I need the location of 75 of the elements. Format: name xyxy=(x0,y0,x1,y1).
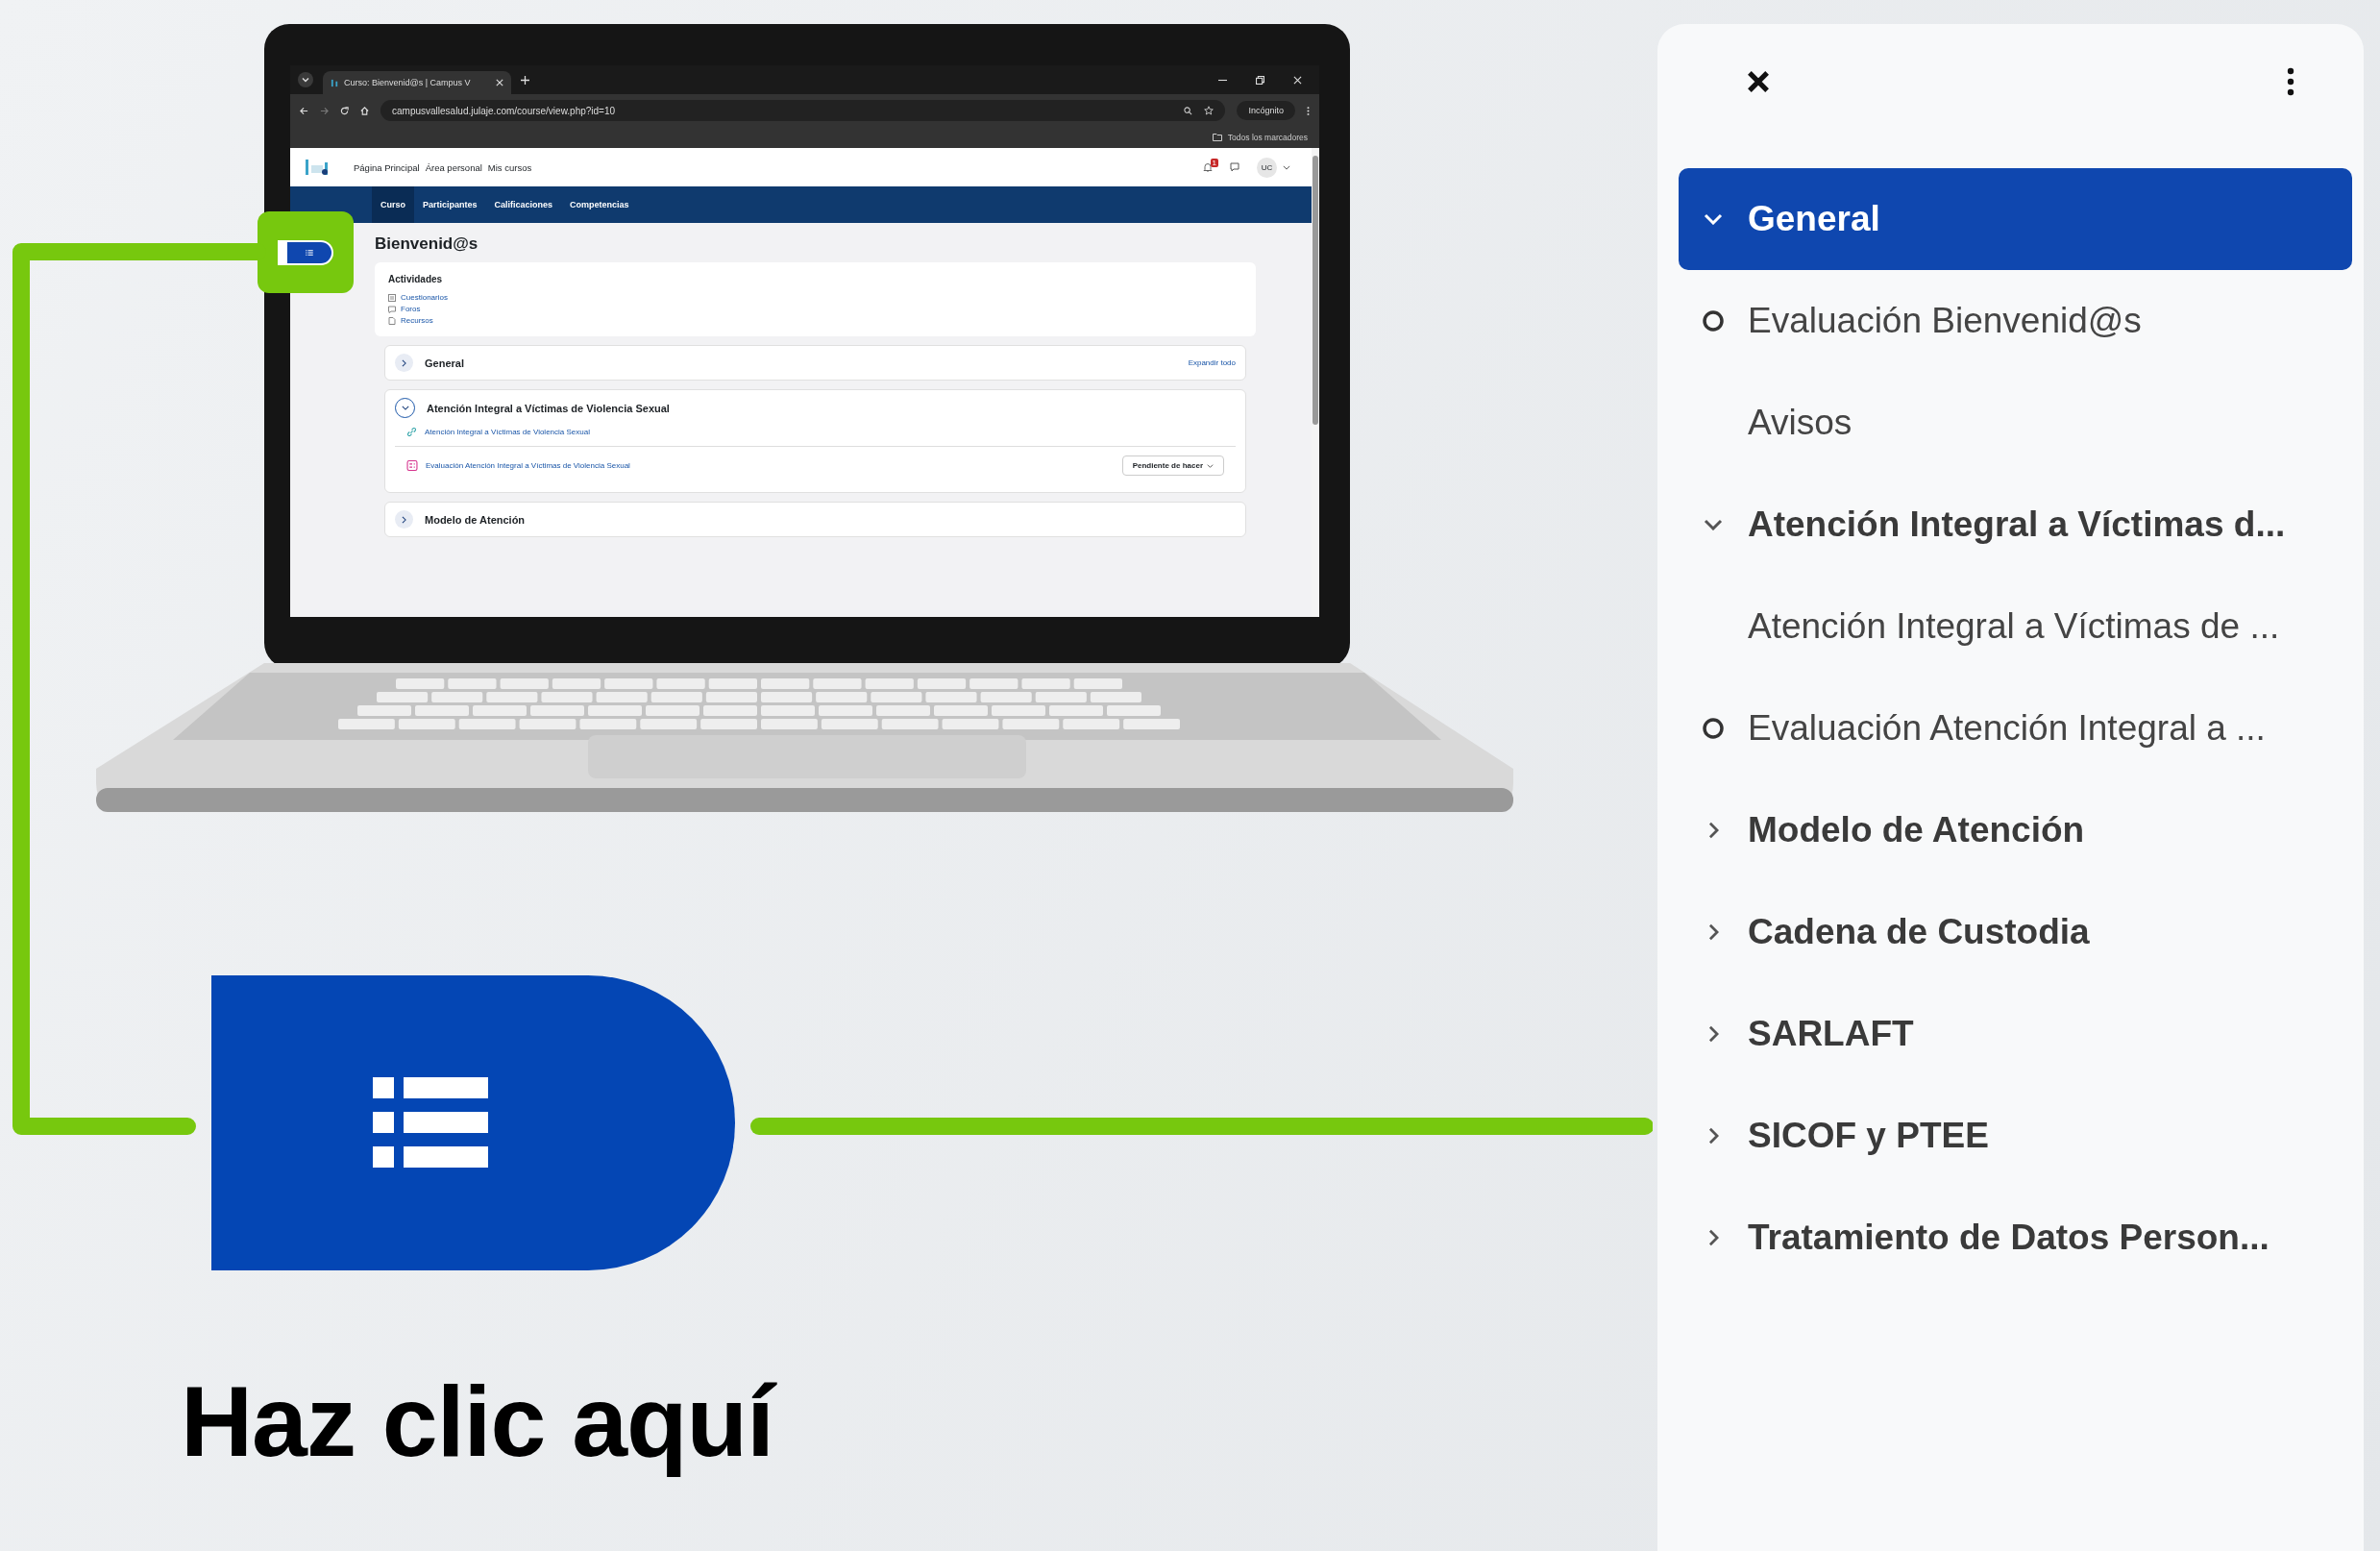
chevron-right-icon xyxy=(1707,1127,1719,1145)
drawer-button[interactable] xyxy=(280,241,331,263)
section-title: Atención Integral a Víctimas de Violencia Sexual xyxy=(427,402,670,414)
notification-icon[interactable] xyxy=(1202,162,1213,172)
forward-icon[interactable] xyxy=(320,106,329,115)
browser-tab[interactable]: Curso: Bienvenid@s | Campus V xyxy=(323,71,511,94)
quiz-icon xyxy=(406,460,418,471)
course-tab[interactable]: Curso xyxy=(372,186,414,223)
zoom-icon[interactable] xyxy=(1184,106,1193,115)
section-title: General xyxy=(425,357,464,369)
nav-link[interactable]: Página Principal xyxy=(354,161,420,173)
course-index-activity[interactable]: Evaluación Bienvenid@s xyxy=(1679,270,2352,372)
collapse-button[interactable] xyxy=(395,398,415,418)
home-icon[interactable] xyxy=(360,106,369,115)
link-icon xyxy=(406,427,417,437)
bookmarks-label[interactable]: Todos los marcadores xyxy=(1227,133,1308,142)
activity-link[interactable]: Cuestionarios xyxy=(401,293,448,302)
document-icon xyxy=(388,316,396,325)
list-icon xyxy=(373,1077,488,1169)
chevron-right-icon xyxy=(1707,1229,1719,1246)
folder-icon xyxy=(1212,134,1222,141)
course-index-section[interactable]: SARLAFT xyxy=(1679,983,2352,1085)
chevron-right-icon xyxy=(402,358,406,367)
list-icon xyxy=(306,249,313,256)
chevron-right-icon xyxy=(402,515,406,524)
chevron-down-icon xyxy=(1704,213,1723,225)
course-tab[interactable]: Competencias xyxy=(561,186,638,223)
caret-icon[interactable] xyxy=(1283,164,1290,170)
expand-all-link[interactable]: Expandir todo xyxy=(1188,358,1236,367)
course-index-section[interactable]: Atención Integral a Víctimas d... xyxy=(1679,474,2352,576)
page-title: Bienvenid@s xyxy=(375,234,479,254)
nav-link[interactable]: Mis cursos xyxy=(487,161,532,173)
user-avatar[interactable]: UC xyxy=(1257,157,1277,178)
course-tab[interactable]: Participantes xyxy=(414,186,486,223)
nav-link[interactable]: Área personal xyxy=(425,161,482,173)
chevron-right-icon xyxy=(1707,822,1719,839)
new-tab-icon[interactable] xyxy=(521,75,529,85)
message-icon[interactable] xyxy=(1230,162,1239,172)
caret-icon xyxy=(1207,463,1214,468)
notification-count: 1 xyxy=(1210,158,1218,167)
course-index-section[interactable]: Tratamiento de Datos Person... xyxy=(1679,1187,2352,1289)
tab-title: Curso: Bienvenid@s | Campus V xyxy=(344,78,471,87)
menu-icon[interactable] xyxy=(1307,105,1310,116)
back-icon[interactable] xyxy=(300,106,308,115)
close-icon[interactable] xyxy=(1746,69,1771,94)
reload-icon[interactable] xyxy=(340,106,349,115)
forum-icon xyxy=(388,305,396,313)
activity-link[interactable]: Evaluación Atención Integral a Víctimas de Violencia Sexual xyxy=(426,461,630,470)
activity-link[interactable]: Foros xyxy=(401,305,421,313)
course-index-section[interactable]: General xyxy=(1679,168,2352,270)
completion-dropdown[interactable]: Pendiente de hacer xyxy=(1121,455,1224,476)
course-index-activity[interactable]: Avisos xyxy=(1679,372,2352,474)
quiz-icon xyxy=(388,293,396,302)
activity-link[interactable]: Recursos xyxy=(401,316,433,325)
restore-icon[interactable] xyxy=(1256,75,1264,85)
chevron-right-icon xyxy=(1707,1025,1719,1043)
course-tab[interactable]: Calificaciones xyxy=(485,186,562,223)
address-field[interactable]: campusvallesalud.julaje.com/course/view.php?id=10 xyxy=(380,100,1226,121)
course-index-section[interactable]: SICOF y PTEE xyxy=(1679,1085,2352,1187)
course-index-section[interactable]: Modelo de Atención xyxy=(1679,779,2352,881)
logo-icon xyxy=(331,78,339,87)
url-text: campusvallesalud.julaje.com/course/view.php?id=10 xyxy=(392,105,616,116)
tab-list-icon[interactable] xyxy=(298,72,313,87)
star-icon[interactable] xyxy=(1204,106,1215,115)
section-title: Modelo de Atención xyxy=(425,513,526,526)
activity-link[interactable]: Atención Integral a Víctimas de Violencia Sexual xyxy=(425,428,590,436)
activities-title: Actividades xyxy=(388,274,444,284)
chevron-down-icon xyxy=(1704,519,1723,530)
incognito-button[interactable]: Incógnito xyxy=(1237,101,1295,120)
chevron-down-icon xyxy=(401,406,409,410)
course-index-activity[interactable]: Atención Integral a Víctimas de ... xyxy=(1679,576,2352,677)
course-index-activity[interactable]: Evaluación Atención Integral a ... xyxy=(1679,677,2352,779)
chevron-right-icon xyxy=(1707,923,1719,941)
course-index-section[interactable]: Cadena de Custodia xyxy=(1679,881,2352,983)
more-options-icon[interactable] xyxy=(2287,67,2294,96)
